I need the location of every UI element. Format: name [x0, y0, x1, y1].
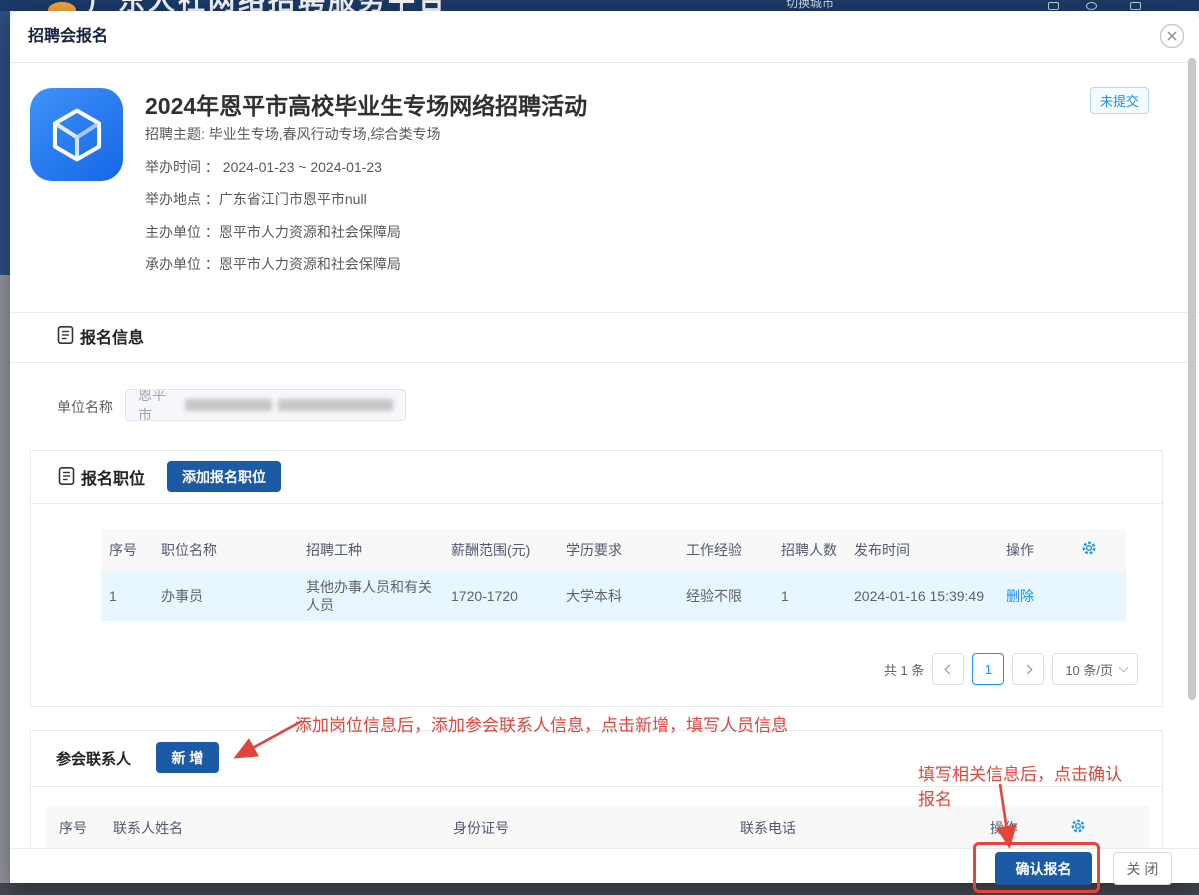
- page-number-button[interactable]: 1: [972, 653, 1004, 685]
- topbar-icon: [1048, 2, 1059, 10]
- column-header: 联系电话: [740, 819, 990, 837]
- cell-position: 办事员: [161, 587, 306, 605]
- modal-title: 招聘会报名: [28, 11, 108, 63]
- column-header: 身份证号: [453, 819, 740, 837]
- pagination: 共 1 条 1 10 条/页: [884, 653, 1138, 685]
- prev-page-button[interactable]: [932, 653, 964, 685]
- event-theme: 招聘主题: 毕业生专场,春风行动专场,综合类专场: [145, 124, 441, 144]
- cell-category: 其他办事人员和有关人员: [306, 578, 451, 614]
- column-header: 操作: [1006, 541, 1081, 559]
- column-header: 序号: [59, 819, 113, 837]
- delete-link[interactable]: 删除: [1006, 587, 1081, 605]
- event-organizer: 承办单位 ：恩平市人力资源和社会保障局: [145, 254, 401, 274]
- column-header: 招聘工种: [306, 541, 451, 559]
- brand-text: 广东人社网络招聘服务平台: [88, 0, 448, 11]
- column-header: 招聘人数: [781, 541, 854, 559]
- table-settings-gear-icon[interactable]: [1081, 540, 1126, 560]
- document-icon: [57, 325, 74, 350]
- column-header: 操作: [990, 819, 1070, 837]
- section-title-contacts: 参会联系人: [56, 748, 131, 769]
- chevron-left-icon: [944, 664, 954, 674]
- cell-education: 大学本科: [566, 587, 686, 605]
- section-title-signup-info: 报名信息: [80, 324, 144, 348]
- cell-headcount: 1: [781, 587, 854, 605]
- pagination-total: 共 1 条: [884, 660, 924, 679]
- chevron-right-icon: [1022, 664, 1032, 674]
- redacted-text-block: [278, 399, 393, 411]
- page-size-select[interactable]: 10 条/页: [1052, 653, 1138, 685]
- job-positions-table: 序号 职位名称 招聘工种 薪酬范围(元) 学历要求 工作经验 招聘人数 发布时间…: [101, 529, 1126, 621]
- modal-scrollbar[interactable]: [1188, 58, 1196, 700]
- company-name-field[interactable]: 恩平市: [125, 389, 406, 421]
- event-cube-icon: [30, 88, 123, 181]
- column-header: 联系人姓名: [113, 819, 453, 837]
- table-header-row: 序号 联系人姓名 身份证号 联系电话 操作: [46, 806, 1149, 849]
- background-page-edge: [0, 11, 10, 275]
- section-title-job-positions: 报名职位: [81, 465, 145, 489]
- confirm-registration-button[interactable]: 确认报名: [995, 852, 1092, 885]
- cell-salary: 1720-1720: [451, 587, 566, 605]
- job-positions-card: 报名职位 添加报名职位 序号 职位名称 招聘工种 薪酬范围(元) 学历要求 工作…: [30, 450, 1163, 707]
- column-header: 薪酬范围(元): [451, 541, 566, 559]
- cell-experience: 经验不限: [686, 587, 781, 605]
- close-button[interactable]: 关 闭: [1113, 852, 1172, 885]
- column-header: 序号: [109, 541, 161, 559]
- topbar-icon: [1130, 2, 1141, 10]
- annotation-add-contact: 添加岗位信息后，添加参会联系人信息，点击新增，填写人员信息: [295, 711, 788, 736]
- add-contact-button[interactable]: 新 增: [156, 742, 219, 773]
- divider: [10, 362, 1199, 363]
- next-page-button[interactable]: [1012, 653, 1044, 685]
- redacted-text-block: [185, 399, 272, 411]
- column-header: 发布时间: [854, 541, 1006, 559]
- modal-header: 招聘会报名: [10, 11, 1199, 63]
- column-header: 工作经验: [686, 541, 781, 559]
- background-page-edge: [0, 275, 10, 883]
- add-job-position-button[interactable]: 添加报名职位: [167, 461, 281, 492]
- event-date: 举办时间 ： 2024-01-23 ~ 2024-01-23: [145, 157, 382, 177]
- table-row[interactable]: 1 办事员 其他办事人员和有关人员 1720-1720 大学本科 经验不限 1 …: [101, 571, 1126, 621]
- event-location: 举办地点 ：广东省江门市恩平市null: [145, 189, 367, 209]
- cell-publish-time: 2024-01-16 15:39:49: [854, 587, 1006, 605]
- cell-index: 1: [109, 587, 161, 605]
- table-settings-gear-icon[interactable]: [1070, 818, 1115, 838]
- screen: 广东人社网络招聘服务平台 切换城市 招聘会报名: [0, 0, 1199, 895]
- column-header: 学历要求: [566, 541, 686, 559]
- chevron-down-icon: [1119, 663, 1129, 673]
- divider: [31, 503, 1162, 504]
- contacts-table: 序号 联系人姓名 身份证号 联系电话 操作: [46, 806, 1149, 849]
- status-badge: 未提交: [1090, 87, 1149, 114]
- event-host: 主办单位 ：恩平市人力资源和社会保障局: [145, 222, 401, 242]
- close-icon[interactable]: [1159, 23, 1185, 49]
- document-icon: [58, 466, 75, 491]
- topbar-icon: [1086, 2, 1097, 10]
- background-topbar: 广东人社网络招聘服务平台 切换城市: [0, 0, 1199, 11]
- event-title: 2024年恩平市高校毕业生专场网络招聘活动: [145, 87, 587, 121]
- brand-logo-icon: [48, 2, 76, 11]
- company-name-value: 恩平市: [138, 389, 179, 421]
- annotation-confirm: 填写相关信息后，点击确认报名: [918, 762, 1130, 812]
- column-header: 职位名称: [161, 541, 306, 559]
- city-switcher: 切换城市: [786, 0, 834, 11]
- divider: [10, 312, 1199, 313]
- job-fair-registration-modal: 招聘会报名 2024年恩平市高校毕业生专场网络招聘活动 招聘主题: 毕业生专场,…: [10, 11, 1199, 883]
- page-size-value: 10 条/页: [1065, 660, 1113, 679]
- company-name-label: 单位名称: [57, 397, 113, 417]
- table-header-row: 序号 职位名称 招聘工种 薪酬范围(元) 学历要求 工作经验 招聘人数 发布时间…: [101, 529, 1126, 571]
